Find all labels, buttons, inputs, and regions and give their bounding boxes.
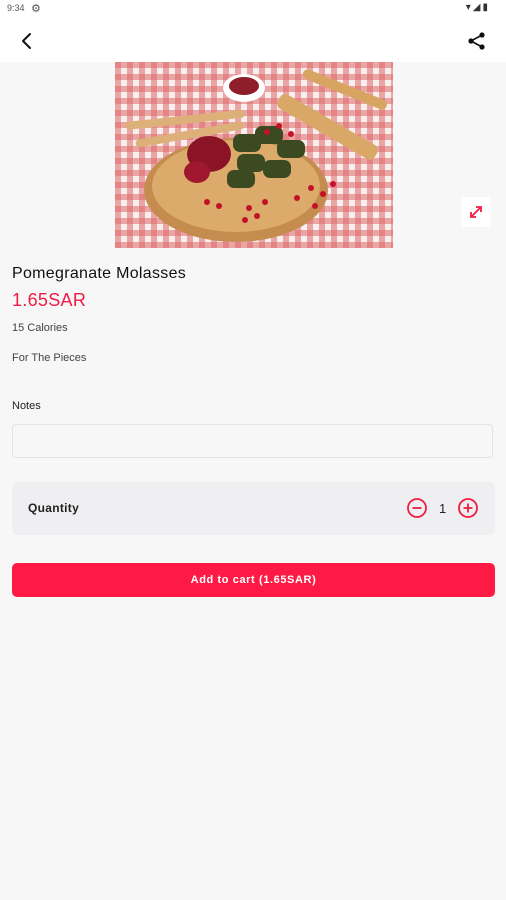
share-icon — [468, 32, 485, 50]
product-title: Pomegranate Molasses — [12, 265, 187, 282]
product-calories: 15 Calories — [12, 322, 68, 334]
notes-label: Notes — [12, 400, 41, 412]
add-to-cart-button[interactable]: Add to cart (1.65SAR) — [12, 563, 495, 597]
quantity-value: 1 — [439, 501, 447, 516]
product-image — [115, 62, 393, 248]
product-photo-illustration — [115, 62, 393, 248]
quantity-label: Quantity — [28, 501, 80, 515]
status-indicators: ▾◢▮ — [466, 2, 490, 13]
quantity-decrement-button[interactable] — [406, 497, 428, 519]
plus-circle-icon — [458, 498, 478, 518]
product-price: 1.65SAR — [12, 290, 87, 310]
minus-circle-icon — [407, 498, 427, 518]
notes-input[interactable] — [12, 424, 493, 458]
settings-gear-icon: ⚙ — [31, 3, 41, 15]
expand-icon — [470, 206, 482, 218]
back-button[interactable] — [14, 28, 40, 54]
status-bar: 9:34 ⚙ ▾◢▮ — [0, 0, 506, 18]
back-arrow-icon — [22, 33, 31, 49]
share-button[interactable] — [464, 28, 490, 54]
app-bar — [0, 18, 506, 62]
expand-image-button[interactable] — [461, 197, 491, 227]
quantity-increment-button[interactable] — [457, 497, 479, 519]
wifi-icon: ▾ — [465, 2, 473, 13]
battery-icon: ▮ — [482, 2, 490, 13]
status-time: 9:34 — [7, 3, 25, 13]
product-description: For The Pieces — [12, 352, 87, 364]
quantity-card: Quantity 1 — [12, 482, 495, 535]
